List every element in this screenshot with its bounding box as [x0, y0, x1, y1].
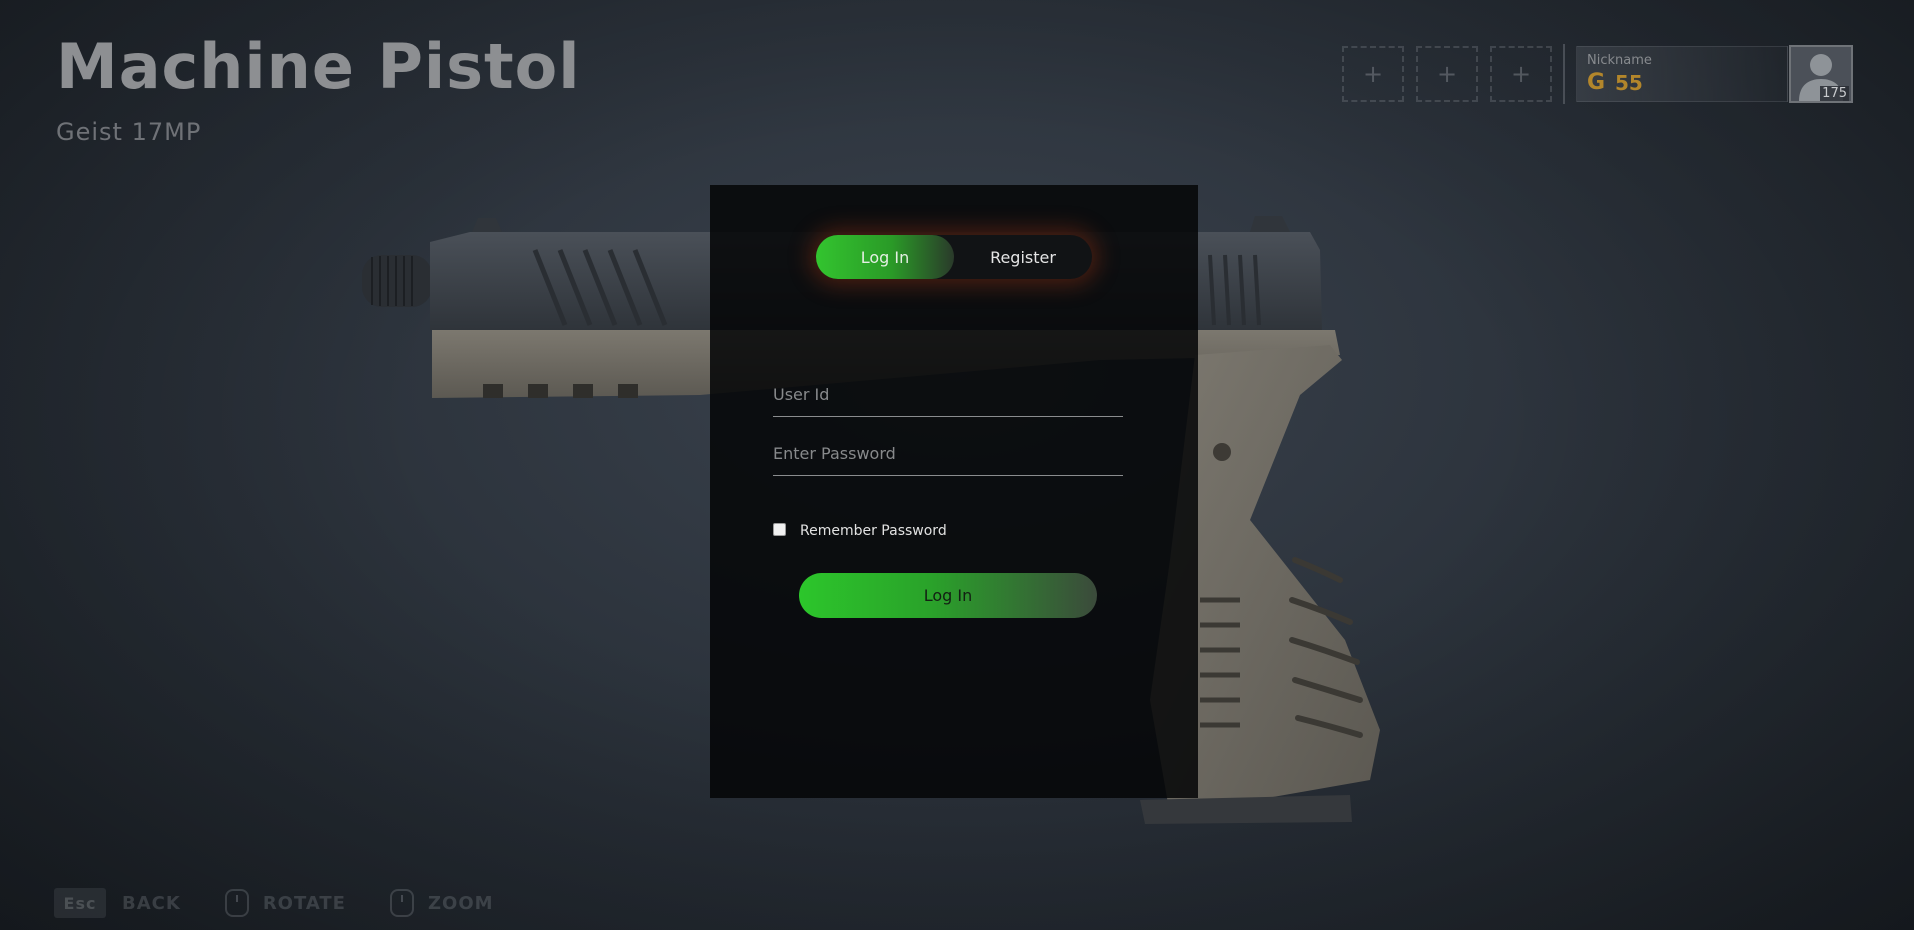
- password-placeholder: Enter Password: [773, 444, 896, 463]
- user-id-placeholder: User Id: [773, 385, 830, 404]
- back-label: BACK: [122, 892, 181, 914]
- login-submit-button[interactable]: Log In: [799, 573, 1097, 618]
- remember-password-row: Remember Password: [773, 519, 947, 539]
- zoom-hint: ZOOM: [389, 889, 494, 917]
- zoom-label: ZOOM: [427, 892, 494, 914]
- auth-tabs: Log In Register: [816, 235, 1092, 279]
- remember-password-checkbox[interactable]: [773, 522, 786, 536]
- login-modal: Log In Register User Id Enter Password R…: [710, 185, 1198, 798]
- rotate-label: ROTATE: [262, 892, 346, 914]
- mouse-left-icon: [224, 889, 249, 917]
- mouse-wheel-icon: [389, 889, 414, 917]
- rotate-hint: ROTATE: [224, 889, 346, 917]
- password-field[interactable]: Enter Password: [773, 436, 1123, 476]
- user-id-field[interactable]: User Id: [773, 377, 1123, 417]
- tab-register[interactable]: Register: [954, 235, 1092, 279]
- tab-login[interactable]: Log In: [816, 235, 954, 279]
- remember-password-label[interactable]: Remember Password: [800, 523, 947, 539]
- esc-key-icon: Esc: [54, 888, 106, 918]
- back-hint[interactable]: Esc BACK: [54, 888, 181, 918]
- control-hints: Esc BACK ROTATE ZOOM: [54, 888, 538, 918]
